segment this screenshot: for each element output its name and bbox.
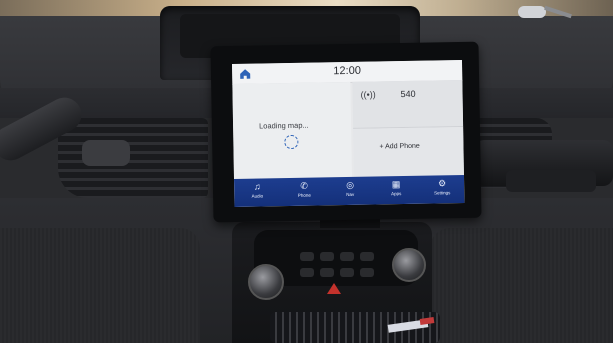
- map-tile[interactable]: Loading map...: [232, 81, 352, 179]
- hazard-button[interactable]: [327, 283, 341, 294]
- car-key-fob: [518, 6, 546, 18]
- nav-navigation[interactable]: ◎ Nav: [331, 180, 369, 199]
- lower-left-trim: [0, 228, 200, 343]
- nav-label: Apps: [391, 191, 402, 197]
- loading-map-text: Loading map...: [259, 120, 309, 131]
- climate-button[interactable]: [300, 252, 314, 261]
- climate-button[interactable]: [360, 252, 374, 261]
- radio-signal-icon: ((•)): [360, 89, 376, 100]
- left-vent-adjuster: [82, 140, 130, 166]
- clock: 12:00: [333, 64, 362, 78]
- nav-audio[interactable]: ♫ Audio: [238, 181, 276, 200]
- phone-mount-arm: [506, 170, 596, 192]
- apps-grid-icon: ▦: [391, 179, 401, 190]
- climate-button[interactable]: [320, 268, 334, 277]
- left-air-vent: [58, 118, 208, 198]
- climate-button[interactable]: [320, 252, 334, 261]
- radio-frequency: 540: [400, 88, 416, 100]
- infotainment-screen: 12:00 Loading map... ((•)) 540 + Add Pho…: [232, 59, 465, 207]
- add-phone-label: + Add Phone: [379, 142, 420, 151]
- lower-right-trim: [430, 228, 613, 343]
- climate-button[interactable]: [360, 268, 374, 277]
- music-note-icon: ♫: [253, 181, 261, 192]
- climate-button[interactable]: [340, 268, 354, 277]
- nav-settings[interactable]: ⚙ Settings: [423, 178, 461, 197]
- loading-spinner-icon: [284, 134, 299, 150]
- settings-icon: ⚙: [437, 178, 447, 189]
- nav-label: Nav: [346, 191, 355, 198]
- phone-icon: ✆: [300, 180, 308, 191]
- nav-phone[interactable]: ✆ Phone: [285, 180, 323, 199]
- navigation-icon: ◎: [346, 179, 355, 191]
- add-phone-tile[interactable]: + Add Phone: [353, 126, 464, 177]
- nav-label: Settings: [434, 190, 451, 196]
- climate-button[interactable]: [340, 252, 354, 261]
- climate-button[interactable]: [300, 268, 314, 277]
- bottom-nav-bar: ♫ Audio ✆ Phone ◎ Nav ▦ Apps ⚙ Settings: [234, 174, 465, 207]
- nav-label: Phone: [297, 192, 311, 198]
- tune-knob[interactable]: [392, 248, 426, 282]
- nav-label: Audio: [251, 193, 264, 199]
- volume-knob[interactable]: [248, 264, 284, 300]
- nav-apps[interactable]: ▦ Apps: [377, 179, 415, 198]
- radio-tile[interactable]: ((•)) 540: [352, 79, 464, 129]
